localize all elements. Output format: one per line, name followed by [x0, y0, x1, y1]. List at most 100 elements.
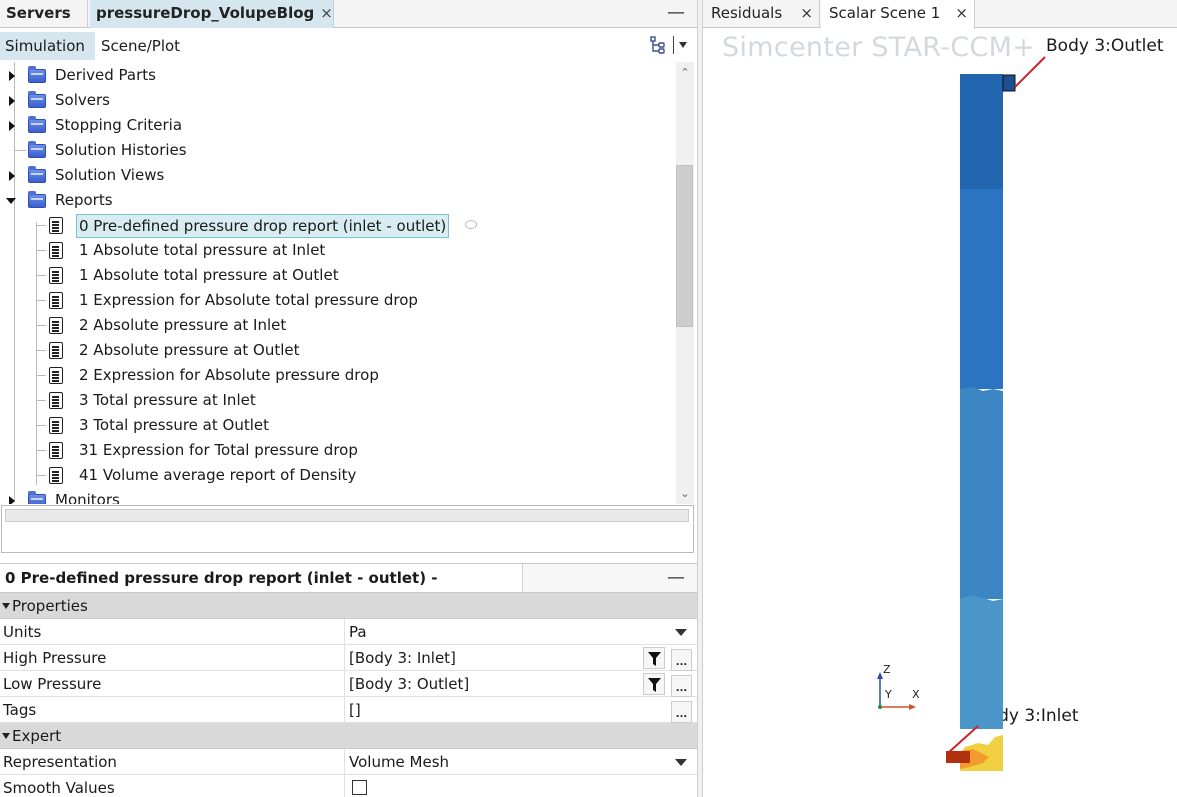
- pipe-band-middle: [960, 387, 1003, 599]
- filter-button[interactable]: [643, 647, 665, 669]
- dropdown-arrow-icon[interactable]: [675, 629, 687, 636]
- folder-icon: [28, 191, 46, 208]
- more-button[interactable]: ...: [671, 675, 692, 697]
- tree-item-reports[interactable]: Reports: [0, 188, 670, 213]
- tree-guide-line: [36, 450, 46, 451]
- report-item[interactable]: 41 Volume average report of Density: [0, 463, 670, 488]
- section-expert[interactable]: Expert: [0, 723, 697, 749]
- axis-triad: [877, 672, 916, 710]
- property-row-tags: Tags [] ...: [0, 697, 697, 723]
- scalar-scene-geometry: [877, 56, 1046, 771]
- minimize-button[interactable]: —: [667, 2, 685, 23]
- tree-item-stopping-criteria[interactable]: Stopping Criteria: [0, 113, 670, 138]
- collapse-arrow-icon[interactable]: [2, 603, 10, 609]
- tree-guide-line: [36, 300, 46, 301]
- tree-item-label: Solution Histories: [55, 141, 187, 159]
- report-icon: [49, 292, 63, 309]
- pipe-band-top: [960, 74, 1003, 189]
- tree-guide-line: [36, 275, 46, 276]
- report-icon: [49, 242, 63, 259]
- report-icon: [49, 217, 63, 234]
- tree-item-solution-views[interactable]: Solution Views: [0, 163, 670, 188]
- y-axis-label: Y: [885, 688, 892, 701]
- column-divider: [344, 697, 345, 723]
- view-options-dropdown[interactable]: [673, 36, 689, 54]
- report-icon: [49, 342, 63, 359]
- tree-vertical-scrollbar[interactable]: ⌃ ⌄: [676, 62, 694, 504]
- folder-icon: [28, 141, 46, 158]
- report-item[interactable]: 2 Absolute pressure at Inlet: [0, 313, 670, 338]
- tree-guide-line: [36, 325, 46, 326]
- x-axis-label: X: [912, 688, 920, 701]
- minimize-button[interactable]: —: [667, 567, 685, 588]
- report-item[interactable]: 1 Absolute total pressure at Outlet: [0, 263, 670, 288]
- folder-icon: [28, 66, 46, 83]
- units-dropdown[interactable]: Pa: [349, 619, 367, 645]
- subtab-scene-plot[interactable]: Scene/Plot: [96, 32, 185, 60]
- report-item[interactable]: 3 Total pressure at Inlet: [0, 388, 670, 413]
- report-item[interactable]: 1 Absolute total pressure at Inlet: [0, 238, 670, 263]
- tab-scalar-scene[interactable]: Scalar Scene 1 ×: [821, 0, 975, 29]
- collapse-arrow-icon[interactable]: [2, 733, 10, 739]
- close-icon[interactable]: ×: [320, 4, 333, 22]
- property-name: Low Pressure: [3, 675, 102, 693]
- scroll-up-icon[interactable]: ⌃: [679, 67, 691, 79]
- section-label: Expert: [12, 727, 62, 745]
- outlet-stub: [1002, 74, 1016, 92]
- tab-servers[interactable]: Servers: [0, 0, 88, 28]
- expand-arrow-icon[interactable]: [9, 121, 15, 131]
- high-pressure-value[interactable]: [Body 3: Inlet]: [349, 645, 456, 671]
- tags-value[interactable]: []: [349, 697, 361, 723]
- property-row-smooth-values: Smooth Values: [0, 775, 697, 797]
- report-item[interactable]: 1 Expression for Absolute total pressure…: [0, 288, 670, 313]
- expand-arrow-icon[interactable]: [9, 96, 15, 106]
- section-properties[interactable]: Properties: [0, 593, 697, 619]
- properties-tab-bar: 0 Pre-defined pressure drop report (inle…: [0, 563, 697, 615]
- scene-tab-bar: Residuals × Scalar Scene 1 ×: [703, 0, 1177, 29]
- tree-guide-line: [36, 375, 46, 376]
- column-divider: [344, 749, 345, 775]
- filter-icon: [648, 652, 661, 666]
- report-item[interactable]: 3 Total pressure at Outlet: [0, 413, 670, 438]
- expand-arrow-icon[interactable]: [9, 71, 15, 81]
- comment-icon[interactable]: [465, 220, 477, 229]
- tree-item-solvers[interactable]: Solvers: [0, 88, 670, 113]
- representation-dropdown[interactable]: Volume Mesh: [349, 749, 449, 775]
- smooth-values-checkbox[interactable]: [352, 780, 367, 795]
- tree-horizontal-scrollbar[interactable]: [5, 509, 689, 522]
- tab-properties[interactable]: 0 Pre-defined pressure drop report (inle…: [0, 564, 523, 615]
- expand-arrow-icon[interactable]: [9, 496, 15, 504]
- report-item-label: 1 Expression for Absolute total pressure…: [79, 291, 418, 309]
- filter-icon: [648, 678, 661, 692]
- tree-item-derived-parts[interactable]: Derived Parts: [0, 63, 670, 88]
- tree-hierarchy-icon[interactable]: [649, 36, 667, 54]
- report-item[interactable]: 2 Absolute pressure at Outlet: [0, 338, 670, 363]
- expand-arrow-icon[interactable]: [9, 171, 15, 181]
- tree-item-solution-histories[interactable]: Solution Histories: [0, 138, 670, 163]
- report-item[interactable]: 31 Expression for Total pressure drop: [0, 438, 670, 463]
- tree-item-label: Stopping Criteria: [55, 116, 183, 134]
- subtab-simulation[interactable]: Simulation: [0, 32, 95, 60]
- x-axis-arrow: [909, 704, 916, 710]
- scrollbar-thumb[interactable]: [676, 165, 693, 327]
- column-divider: [344, 645, 345, 671]
- tree-item-monitors[interactable]: Monitors: [0, 488, 670, 504]
- low-pressure-value[interactable]: [Body 3: Outlet]: [349, 671, 469, 697]
- tab-residuals[interactable]: Residuals ×: [703, 0, 820, 28]
- close-icon[interactable]: ×: [800, 0, 813, 26]
- scene-viewport[interactable]: Simcenter STAR-CCM+ Body 3:Outlet Body 3…: [703, 29, 1177, 797]
- report-item[interactable]: 0 Pre-defined pressure drop report (inle…: [0, 213, 670, 238]
- column-divider: [344, 775, 345, 797]
- tab-simulation-file[interactable]: pressureDrop_VolupeBlog ×: [90, 0, 334, 28]
- folder-icon: [28, 116, 46, 133]
- dropdown-arrow-icon[interactable]: [675, 759, 687, 766]
- more-button[interactable]: ...: [671, 649, 692, 671]
- report-item[interactable]: 2 Expression for Absolute pressure drop: [0, 363, 670, 388]
- more-button[interactable]: ...: [671, 701, 692, 723]
- column-divider: [344, 671, 345, 697]
- scroll-down-icon[interactable]: ⌄: [679, 488, 691, 500]
- filter-button[interactable]: [643, 673, 665, 695]
- collapse-arrow-icon[interactable]: [6, 198, 16, 204]
- left-tab-bar: Servers pressureDrop_VolupeBlog × —: [0, 0, 697, 28]
- close-icon[interactable]: ×: [955, 0, 968, 26]
